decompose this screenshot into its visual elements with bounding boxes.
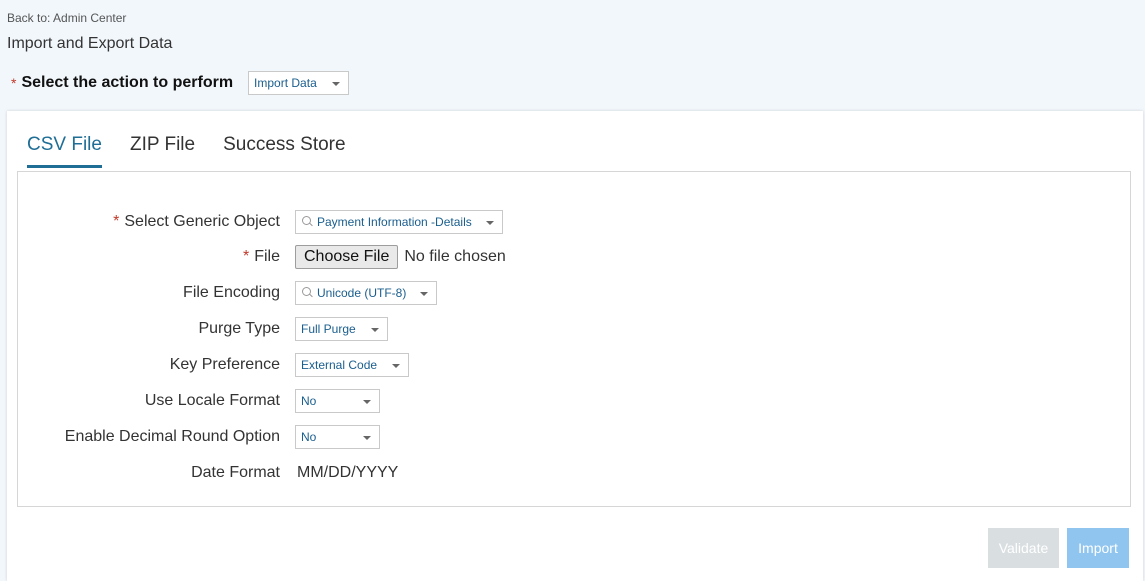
generic-object-row: * Select Generic Object Payment Informati…	[18, 209, 503, 235]
choose-file-button[interactable]: Choose File	[295, 245, 399, 269]
chevron-down-icon	[486, 221, 494, 225]
decimal-round-row: Enable Decimal Round Option No	[18, 424, 380, 450]
csv-import-form: * Select Generic Object Payment Informati…	[17, 171, 1131, 507]
chevron-down-icon	[332, 82, 341, 86]
action-select[interactable]: Import Data	[248, 71, 350, 95]
use-locale-format-value: No	[301, 394, 317, 408]
required-marker: *	[242, 248, 250, 265]
file-encoding-label: File Encoding	[183, 284, 280, 301]
chevron-down-icon	[363, 436, 371, 440]
file-status: No file chosen	[404, 248, 506, 265]
action-row: * Select the action to perform Import Da…	[11, 70, 350, 96]
decimal-round-select[interactable]: No	[295, 425, 380, 449]
validate-button[interactable]: Validate	[988, 528, 1059, 568]
decimal-round-value: No	[301, 430, 317, 444]
purge-type-select[interactable]: Full Purge	[295, 317, 388, 341]
file-encoding-value: Unicode (UTF-8)	[317, 286, 407, 300]
chevron-down-icon	[420, 292, 428, 296]
key-preference-row: Key Preference External Code	[18, 352, 409, 378]
use-locale-format-label: Use Locale Format	[144, 392, 280, 409]
use-locale-format-select[interactable]: No	[295, 389, 380, 413]
key-preference-label: Key Preference	[169, 356, 280, 373]
action-label: Select the action to perform	[21, 74, 234, 91]
file-encoding-select[interactable]: Unicode (UTF-8)	[295, 281, 437, 305]
file-encoding-row: File Encoding Unicode (UTF-8)	[18, 280, 437, 306]
purge-type-value: Full Purge	[301, 322, 356, 336]
tab-zip-file[interactable]: ZIP File	[130, 134, 195, 168]
required-marker: *	[113, 213, 120, 230]
use-locale-format-row: Use Locale Format No	[18, 388, 380, 414]
key-preference-select[interactable]: External Code	[295, 353, 409, 377]
tab-csv-file[interactable]: CSV File	[27, 134, 102, 168]
chevron-down-icon	[392, 364, 400, 368]
purge-type-label: Purge Type	[198, 320, 280, 337]
page-title: Import and Export Data	[7, 35, 173, 52]
date-format-label: Date Format	[191, 464, 280, 481]
file-label: File	[254, 248, 280, 265]
generic-object-value: Payment Information -Details	[317, 215, 472, 229]
tab-success-store[interactable]: Success Store	[223, 134, 346, 168]
action-select-value: Import Data	[254, 76, 317, 90]
chevron-down-icon	[363, 400, 371, 404]
import-button[interactable]: Import	[1067, 528, 1129, 568]
purge-type-row: Purge Type Full Purge	[18, 316, 388, 342]
back-to-admin-center-link[interactable]: Back to: Admin Center	[7, 11, 126, 25]
required-marker: *	[11, 75, 17, 91]
date-format-row: Date Format MM/DD/YYYY	[18, 460, 398, 486]
decimal-round-label: Enable Decimal Round Option	[64, 428, 280, 445]
import-card: CSV File ZIP File Success Store * Select …	[7, 111, 1143, 581]
chevron-down-icon	[371, 328, 379, 332]
search-icon	[301, 287, 313, 299]
generic-object-label: Select Generic Object	[124, 213, 280, 230]
date-format-value: MM/DD/YYYY	[297, 464, 399, 481]
key-preference-value: External Code	[301, 358, 378, 372]
search-icon	[301, 216, 313, 228]
generic-object-select[interactable]: Payment Information -Details	[295, 210, 503, 234]
tab-bar: CSV File ZIP File Success Store	[27, 134, 374, 168]
file-row: * File Choose File No file chosen	[18, 244, 506, 270]
